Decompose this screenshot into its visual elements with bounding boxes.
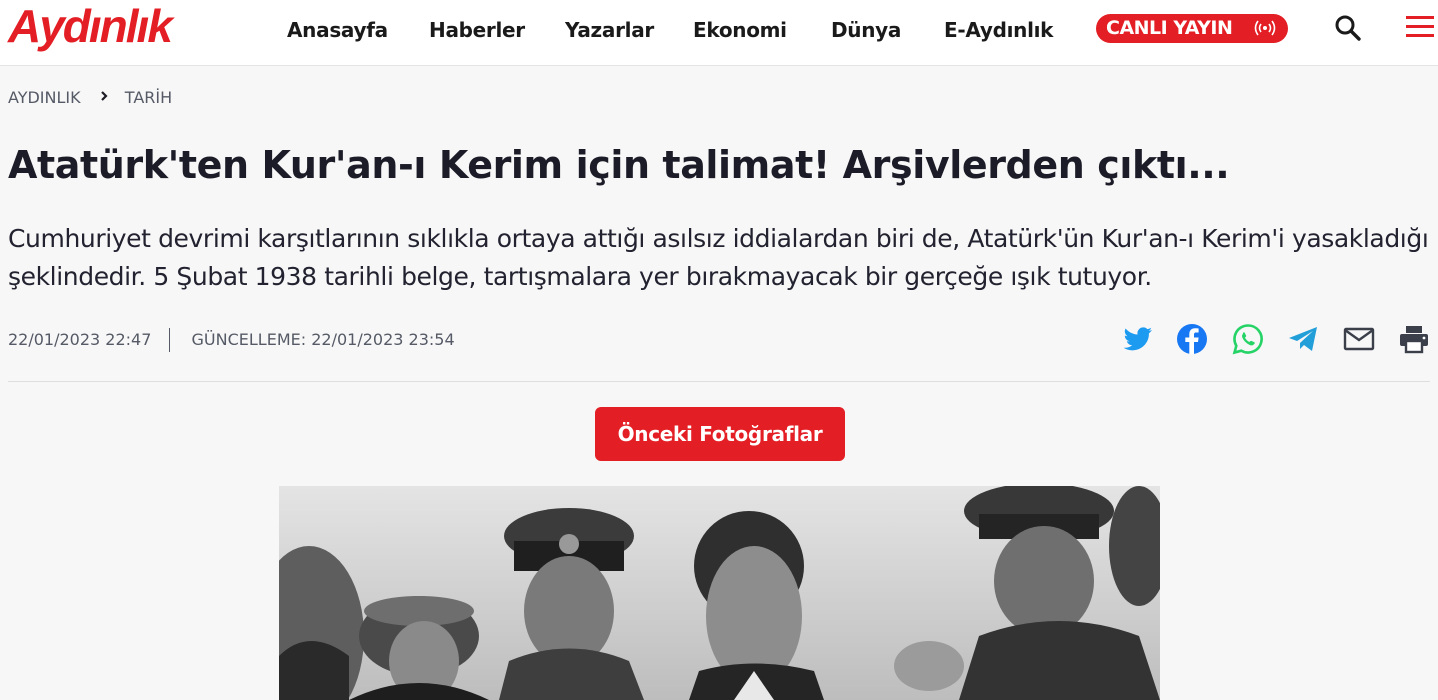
- facebook-icon[interactable]: [1175, 322, 1209, 356]
- nav-item-anasayfa[interactable]: Anasayfa: [287, 16, 388, 44]
- broadcast-icon: [1254, 20, 1276, 36]
- article-photo: [279, 486, 1160, 700]
- twitter-icon[interactable]: [1121, 322, 1155, 356]
- print-icon[interactable]: [1397, 322, 1431, 356]
- article-summary: Cumhuriyet devrimi karşıtlarının sıklıkl…: [8, 224, 1429, 291]
- article-meta: 22/01/2023 22:47 GÜNCELLEME: 22/01/2023 …: [8, 328, 455, 352]
- site-logo[interactable]: Aydınlık: [8, 1, 173, 51]
- nav-item-ekonomi[interactable]: Ekonomi: [693, 16, 787, 44]
- updated-date: GÜNCELLEME: 22/01/2023 23:54: [191, 330, 455, 349]
- article-title: Atatürk'ten Kur'an-ı Kerim için talimat!…: [8, 143, 1230, 187]
- nav-item-e-aydinlik[interactable]: E-Aydınlık: [944, 16, 1054, 44]
- search-icon[interactable]: [1334, 14, 1362, 42]
- published-date: 22/01/2023 22:47: [8, 328, 171, 352]
- telegram-icon[interactable]: [1286, 322, 1320, 356]
- hamburger-menu-icon[interactable]: [1406, 14, 1434, 40]
- mail-icon[interactable]: [1342, 322, 1376, 356]
- nav-item-yazarlar[interactable]: Yazarlar: [565, 16, 654, 44]
- breadcrumb-item-tarih[interactable]: TARİH: [125, 87, 172, 109]
- article-photo-image: [279, 486, 1160, 700]
- live-stream-label: CANLI YAYIN: [1106, 17, 1233, 39]
- live-stream-button[interactable]: CANLI YAYIN: [1096, 14, 1288, 43]
- breadcrumb-item-aydinlik[interactable]: AYDINLIK: [8, 87, 81, 109]
- chevron-right-icon: [100, 91, 108, 101]
- breadcrumb: AYDINLIK TARİH: [8, 86, 172, 108]
- nav-item-dunya[interactable]: Dünya: [831, 16, 901, 44]
- nav-item-haberler[interactable]: Haberler: [429, 16, 525, 44]
- divider: [8, 381, 1430, 382]
- site-header: Aydınlık Anasayfa Haberler Yazarlar Ekon…: [0, 0, 1438, 66]
- whatsapp-icon[interactable]: [1231, 322, 1265, 356]
- previous-photos-button[interactable]: Önceki Fotoğraflar: [595, 407, 845, 461]
